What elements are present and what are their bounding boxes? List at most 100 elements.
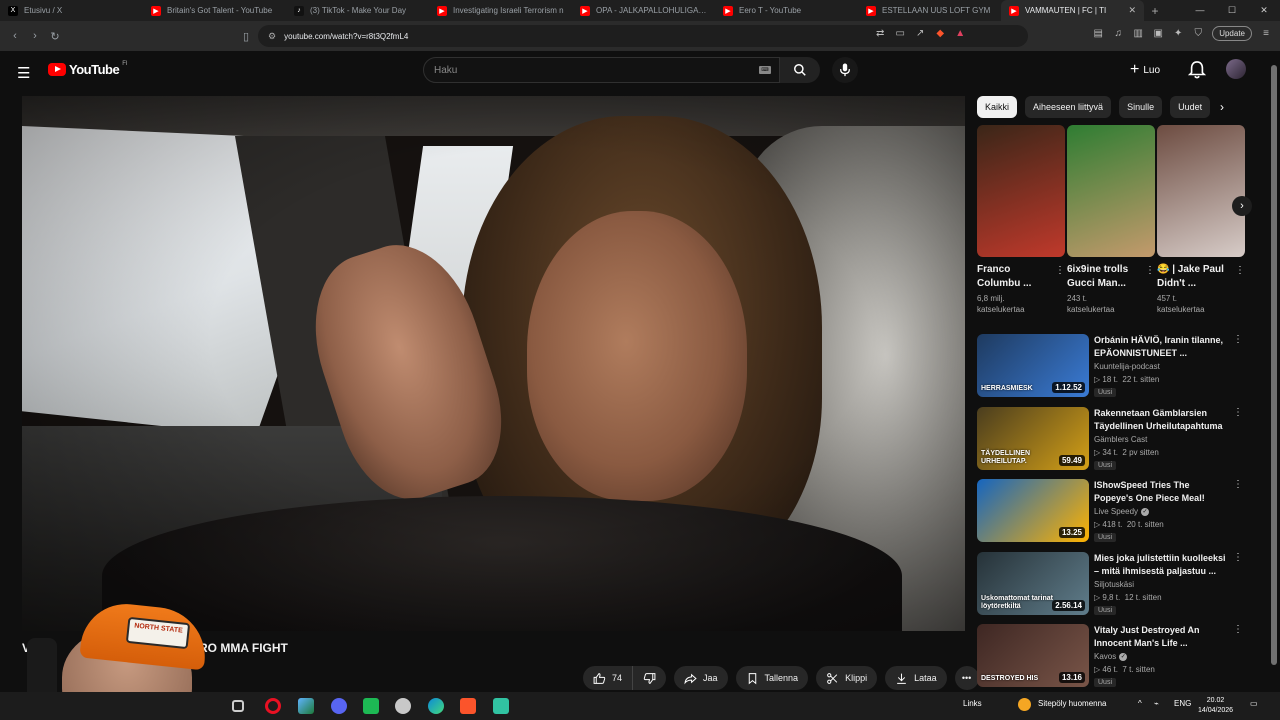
language-indicator[interactable]: ENG <box>1174 699 1191 708</box>
account-avatar[interactable] <box>1226 59 1246 79</box>
short-card[interactable]: 😂 | Jake Paul Didn't ... 457 t. katseluker… <box>1157 125 1245 315</box>
recommendation-item[interactable]: DESTROYED HIS 13.16 Vitaly Just Destroyed … <box>977 624 1247 690</box>
browser-tab[interactable]: ▶ OPA - JALKAPALLOHULIGAANI <box>572 0 715 21</box>
channel-name[interactable]: Gämblers Cast <box>1094 435 1147 444</box>
page-scrollbar[interactable] <box>1268 51 1280 691</box>
close-window-icon[interactable]: ✕ <box>1248 0 1280 21</box>
bookmark-icon[interactable]: ▯ <box>236 30 256 43</box>
forward-icon[interactable]: › <box>25 30 45 42</box>
tray-chevron-icon[interactable]: ^ <box>1138 699 1142 708</box>
cast-icon[interactable]: ▭ <box>894 28 906 40</box>
more-vertical-icon[interactable]: ⋮ <box>1145 265 1155 276</box>
video-title-link[interactable]: Mies joka julistettiin kuolleeksi – mitä… <box>1094 552 1229 578</box>
channel-name[interactable]: Kuuntelija-podcast <box>1094 362 1160 371</box>
site-info-icon[interactable]: ⚙ <box>268 31 276 42</box>
notifications-bell-icon[interactable] <box>1188 60 1206 80</box>
weather-text[interactable]: Sitepöly huomenna <box>1038 699 1107 708</box>
video-player[interactable] <box>22 96 965 631</box>
short-card[interactable]: 6ix9ine trolls Gucci Man... 243 t. katselu… <box>1067 125 1155 315</box>
short-thumbnail[interactable] <box>1157 125 1245 257</box>
translate-icon[interactable]: ⇄ <box>874 28 886 40</box>
browser-tab[interactable]: ▶ VAMMAUTEN | FC | TI ✕ <box>1001 0 1144 21</box>
media-icon[interactable]: ♫ <box>1112 28 1124 40</box>
app-icon[interactable] <box>395 698 411 714</box>
video-thumbnail[interactable]: DESTROYED HIS 13.16 <box>977 624 1089 687</box>
like-button[interactable]: 74 <box>583 666 634 690</box>
reload-icon[interactable]: ↻ <box>45 30 65 43</box>
browser-tab[interactable]: ♪ (3) TikTok - Make Your Day <box>286 0 429 21</box>
recommendation-item[interactable]: TÄYDELLINEN URHEILUTAP. 59.49 Rakennetaan … <box>977 406 1247 473</box>
browser-tab[interactable]: ▶ Investigating Israeli Terrorism n <box>429 0 572 21</box>
notifications-icon[interactable]: ▭ <box>1250 699 1258 708</box>
opera-icon[interactable] <box>265 698 281 714</box>
minimize-icon[interactable]: — <box>1184 0 1216 21</box>
back-icon[interactable]: ‹ <box>5 30 25 42</box>
recommendation-item[interactable]: HERRASMIESK 1.12.52 Orbánin HÄVIÖ, Iranin … <box>977 334 1247 400</box>
channel-name[interactable]: Kavos ✓ <box>1094 652 1128 661</box>
taskbar-clock[interactable]: 20.02 14/04/2026 <box>1198 696 1233 716</box>
discord-icon[interactable] <box>331 698 347 714</box>
chip-1[interactable]: Aiheeseen liittyvä <box>1025 96 1112 118</box>
video-title-link[interactable]: Rakennetaan Gämblarsien Täydellinen Urhe… <box>1094 407 1229 433</box>
youtube-logo[interactable]: YouTube FI <box>48 61 128 77</box>
share-button[interactable]: Jaa <box>674 666 728 690</box>
video-title-link[interactable]: Vitaly Just Destroyed An Innocent Man's … <box>1094 624 1229 650</box>
streamlabs-icon[interactable] <box>493 698 509 714</box>
save-button[interactable]: Tallenna <box>735 666 809 690</box>
edge-icon[interactable] <box>428 698 444 714</box>
vpn-icon[interactable]: ⛉ <box>1192 28 1204 40</box>
guide-menu-icon[interactable]: ☰ <box>17 64 30 82</box>
short-thumbnail[interactable] <box>1067 125 1155 257</box>
voice-search-button[interactable] <box>832 57 858 83</box>
short-thumbnail[interactable] <box>977 125 1065 257</box>
taskbar-links[interactable]: Links <box>963 699 982 708</box>
reader-icon[interactable]: ▤ <box>1092 28 1104 40</box>
share-page-icon[interactable]: ↗ <box>914 28 926 40</box>
video-title-link[interactable]: Orbánin HÄVIÖ, Iranin tilanne, EPÄONNIST… <box>1094 334 1229 360</box>
channel-name[interactable]: Live Speedy ✓ <box>1094 507 1150 516</box>
download-button[interactable]: Lataa <box>885 666 947 690</box>
sidebar-icon[interactable]: ▥ <box>1132 28 1144 40</box>
task-view-icon[interactable] <box>232 700 244 712</box>
update-button[interactable]: Update <box>1212 26 1252 41</box>
browser-tab[interactable]: ▶ Eero T - YouTube <box>715 0 858 21</box>
video-thumbnail[interactable]: TÄYDELLINEN URHEILUTAP. 59.49 <box>977 406 1089 470</box>
more-vertical-icon[interactable]: ⋮ <box>1235 265 1245 276</box>
browser-tab[interactable]: ▶ Britain's Got Talent - YouTube <box>143 0 286 21</box>
scrollbar-thumb[interactable] <box>1271 65 1277 665</box>
more-vertical-icon[interactable]: ⋮ <box>1233 624 1243 635</box>
brave-icon[interactable] <box>460 698 476 714</box>
more-vertical-icon[interactable]: ⋮ <box>1233 552 1243 563</box>
dislike-button[interactable] <box>633 666 667 690</box>
brave-rewards-icon[interactable]: ▲ <box>954 28 966 40</box>
recommendation-item[interactable]: 13.25 IShowSpeed Tries The Popeye's One P… <box>977 479 1247 545</box>
more-vertical-icon[interactable]: ⋮ <box>1233 407 1243 418</box>
more-actions-button[interactable]: ••• <box>954 666 979 690</box>
chevron-right-icon[interactable]: › <box>1220 100 1224 114</box>
more-vertical-icon[interactable]: ⋮ <box>1233 334 1243 345</box>
video-thumbnail[interactable]: HERRASMIESK 1.12.52 <box>977 334 1089 397</box>
menu-icon[interactable]: ≡ <box>1260 28 1272 40</box>
more-vertical-icon[interactable]: ⋮ <box>1055 265 1065 276</box>
short-card[interactable]: Franco Columbu ... 6,8 milj. katselukertaa… <box>977 125 1065 315</box>
video-title-link[interactable]: IShowSpeed Tries The Popeye's One Piece … <box>1094 479 1229 505</box>
short-title[interactable]: 6ix9ine trolls Gucci Man... <box>1067 263 1139 291</box>
recommendation-item[interactable]: Uskomattomat tarinat löytöretkiltä 2.56.1… <box>977 551 1247 618</box>
chip-0[interactable]: Kaikki <box>977 96 1018 118</box>
search-input[interactable]: Haku ⌨ <box>423 57 780 83</box>
chip-2[interactable]: Sinulle <box>1119 96 1163 118</box>
short-title[interactable]: 😂 | Jake Paul Didn't ... <box>1157 263 1229 291</box>
browser-tab[interactable]: X Etusivu / X <box>0 0 143 21</box>
xbox-icon[interactable] <box>363 698 379 714</box>
close-tab-icon[interactable]: ✕ <box>1128 5 1136 16</box>
video-thumbnail[interactable]: Uskomattomat tarinat löytöretkiltä 2.56.1… <box>977 551 1089 615</box>
maximize-icon[interactable]: ☐ <box>1216 0 1248 21</box>
network-icon[interactable]: ⌁ <box>1154 699 1159 708</box>
brave-shield-icon[interactable]: ◆ <box>934 28 946 40</box>
search-button[interactable] <box>780 57 820 83</box>
browser-tab[interactable]: ▶ ESTELLAAN UUS LOFT GYM <box>858 0 1001 21</box>
keyboard-icon[interactable]: ⌨ <box>759 66 771 74</box>
short-title[interactable]: Franco Columbu ... <box>977 263 1049 291</box>
new-tab-icon[interactable]: + <box>1144 4 1166 18</box>
chip-3[interactable]: Uudet <box>1170 96 1211 118</box>
